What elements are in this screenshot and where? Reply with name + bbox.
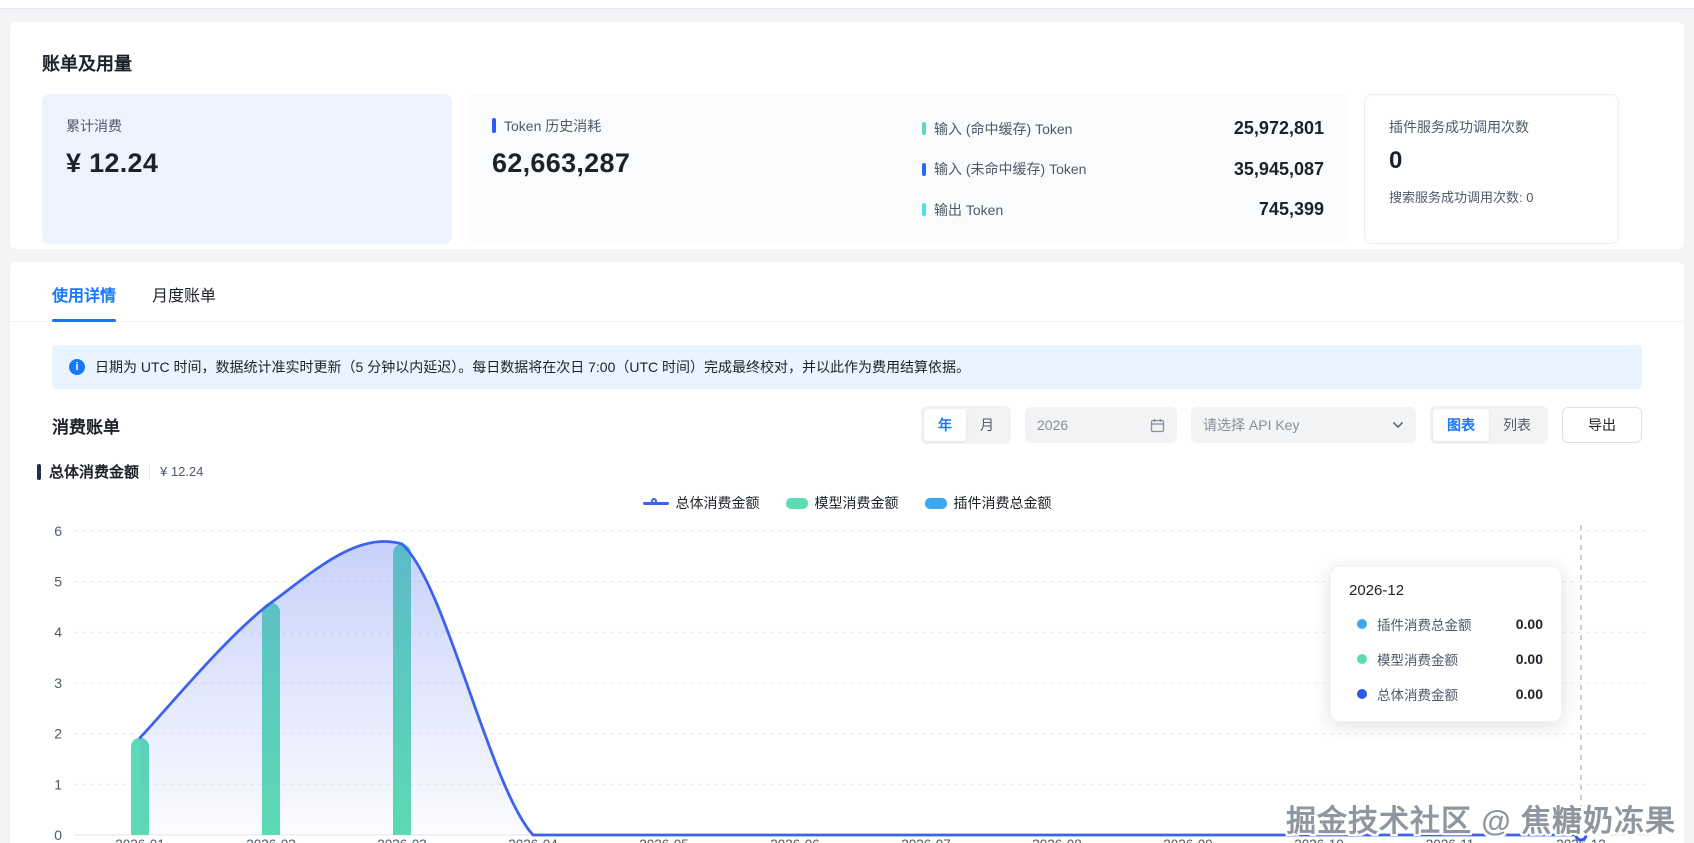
cached-input-icon — [922, 122, 926, 135]
model-dot-icon — [1357, 654, 1367, 664]
detail-tabs: 使用详情 月度账单 — [10, 262, 1684, 322]
usage-detail-panel: 使用详情 月度账单 i 日期为 UTC 时间，数据统计准实时更新（5 分钟以内延… — [10, 262, 1684, 843]
tooltip-row-model: 模型消费金额 0.00 — [1349, 649, 1543, 669]
legend-item-model[interactable]: 模型消费金额 — [785, 493, 899, 513]
view-chart-button[interactable]: 图表 — [1433, 409, 1489, 441]
svg-text:2026-05: 2026-05 — [639, 837, 689, 843]
view-toggle: 图表 列表 — [1430, 406, 1548, 444]
line-legend-icon — [642, 498, 669, 505]
token-row-uncached-input: 输入 (未命中缓存) Token 35,945,087 — [922, 159, 1324, 180]
svg-text:2026-03: 2026-03 — [377, 837, 427, 843]
svg-text:2026-07: 2026-07 — [901, 837, 951, 843]
view-list-button[interactable]: 列表 — [1489, 409, 1545, 441]
svg-text:2026-02: 2026-02 — [246, 837, 296, 843]
legend-item-total[interactable]: 总体消费金额 — [642, 493, 760, 513]
info-icon: i — [69, 359, 85, 375]
cumulative-consumption-card: 累计消费 ¥ 12.24 — [42, 94, 452, 244]
chart-title-bar-icon — [37, 463, 41, 480]
period-toggle: 年 月 — [921, 406, 1011, 444]
api-key-select[interactable]: 请选择 API Key — [1191, 407, 1416, 443]
cumulative-label: 累计消费 — [66, 118, 122, 134]
overview-title: 账单及用量 — [42, 54, 132, 74]
svg-text:2: 2 — [54, 726, 62, 742]
watermark: 掘金技术社区 @ 焦糖奶冻果 — [1286, 805, 1676, 838]
period-month-button[interactable]: 月 — [966, 409, 1008, 441]
calendar-icon — [1150, 418, 1165, 432]
export-button[interactable]: 导出 — [1562, 407, 1642, 443]
tab-monthly-bill[interactable]: 月度账单 — [152, 282, 216, 321]
token-history-label: Token 历史消耗 — [504, 118, 602, 134]
plugin-calls-value: 0 — [1389, 147, 1403, 174]
billing-title: 消费账单 — [52, 417, 120, 437]
svg-text:4: 4 — [54, 624, 62, 640]
uncached-input-icon — [922, 162, 926, 176]
chart-total-amount: ¥ 12.24 — [160, 464, 204, 479]
output-token-icon — [922, 203, 926, 216]
svg-text:2026-08: 2026-08 — [1032, 837, 1082, 843]
model-legend-icon — [785, 497, 808, 509]
stat-cards-row: 累计消费 ¥ 12.24 Token 历史消耗 62,663,287 输入 (命… — [42, 94, 1652, 244]
top-divider — [0, 0, 1694, 9]
billing-toolbar: 消费账单 年 月 2026 请选择 API Key 图表 列表 导出 — [52, 406, 1642, 444]
billing-overview-panel: 账单及用量 累计消费 ¥ 12.24 Token 历史消耗 62,663,287… — [10, 22, 1684, 249]
search-calls-label: 搜索服务成功调用次数: 0 — [1389, 190, 1534, 205]
svg-text:6: 6 — [54, 523, 62, 539]
plugin-dot-icon — [1357, 619, 1367, 629]
total-dot-icon — [1357, 689, 1367, 699]
cumulative-value: ¥ 12.24 — [66, 148, 159, 178]
plugin-calls-label: 插件服务成功调用次数 — [1389, 119, 1529, 135]
svg-text:0: 0 — [54, 827, 62, 843]
chart-tooltip: 2026-12 插件消费总金额 0.00 模型消费金额 0.00 总体消费金额 … — [1330, 566, 1562, 722]
svg-text:2026-09: 2026-09 — [1163, 837, 1213, 843]
svg-text:1: 1 — [54, 776, 62, 792]
legend-item-plugin[interactable]: 插件消费总金额 — [924, 493, 1052, 513]
svg-text:3: 3 — [54, 675, 62, 691]
chart-area: 0 1 2 3 4 5 6 2026-01 2026-02 2026-03 2026-04 2026-… — [10, 515, 1684, 843]
plugin-calls-card: 插件服务成功调用次数 0 搜索服务成功调用次数: 0 — [1364, 94, 1619, 244]
tooltip-title: 2026-12 — [1349, 582, 1405, 599]
svg-text:5: 5 — [54, 574, 62, 590]
token-history-card: Token 历史消耗 62,663,287 输入 (命中缓存) Token 25… — [468, 94, 1348, 244]
svg-text:2026-01: 2026-01 — [115, 837, 165, 843]
chart-header: 总体消费金额 ¥ 12.24 — [37, 461, 1642, 482]
token-breakdown-block: 输入 (命中缓存) Token 25,972,801 输入 (未命中缓存) To… — [922, 116, 1324, 222]
plugin-legend-icon — [924, 497, 947, 509]
chevron-down-icon — [1392, 421, 1404, 429]
tab-usage-details[interactable]: 使用详情 — [52, 282, 117, 322]
tooltip-row-total: 总体消费金额 0.00 — [1349, 684, 1543, 704]
utc-notice-banner: i 日期为 UTC 时间，数据统计准实时更新（5 分钟以内延迟）。每日数据将在次… — [52, 345, 1642, 389]
svg-text:2026-04: 2026-04 — [508, 837, 558, 843]
token-row-cached-input: 输入 (命中缓存) Token 25,972,801 — [922, 118, 1324, 139]
chart-legend: 总体消费金额 模型消费金额 插件消费总金额 — [10, 493, 1684, 513]
chart-title: 总体消费金额 — [49, 464, 140, 481]
tooltip-row-plugin: 插件消费总金额 0.00 — [1349, 614, 1543, 634]
token-history-icon — [492, 118, 496, 133]
year-picker-input[interactable]: 2026 — [1025, 407, 1177, 443]
notice-text: 日期为 UTC 时间，数据统计准实时更新（5 分钟以内延迟）。每日数据将在次日 … — [95, 359, 971, 375]
token-total-block: Token 历史消耗 62,663,287 — [492, 116, 922, 222]
token-history-value: 62,663,287 — [492, 148, 631, 178]
active-tab-underline — [52, 319, 117, 322]
svg-text:2026-06: 2026-06 — [770, 837, 820, 843]
token-row-output: 输出 Token 745,399 — [922, 199, 1324, 220]
period-year-button[interactable]: 年 — [924, 409, 966, 441]
